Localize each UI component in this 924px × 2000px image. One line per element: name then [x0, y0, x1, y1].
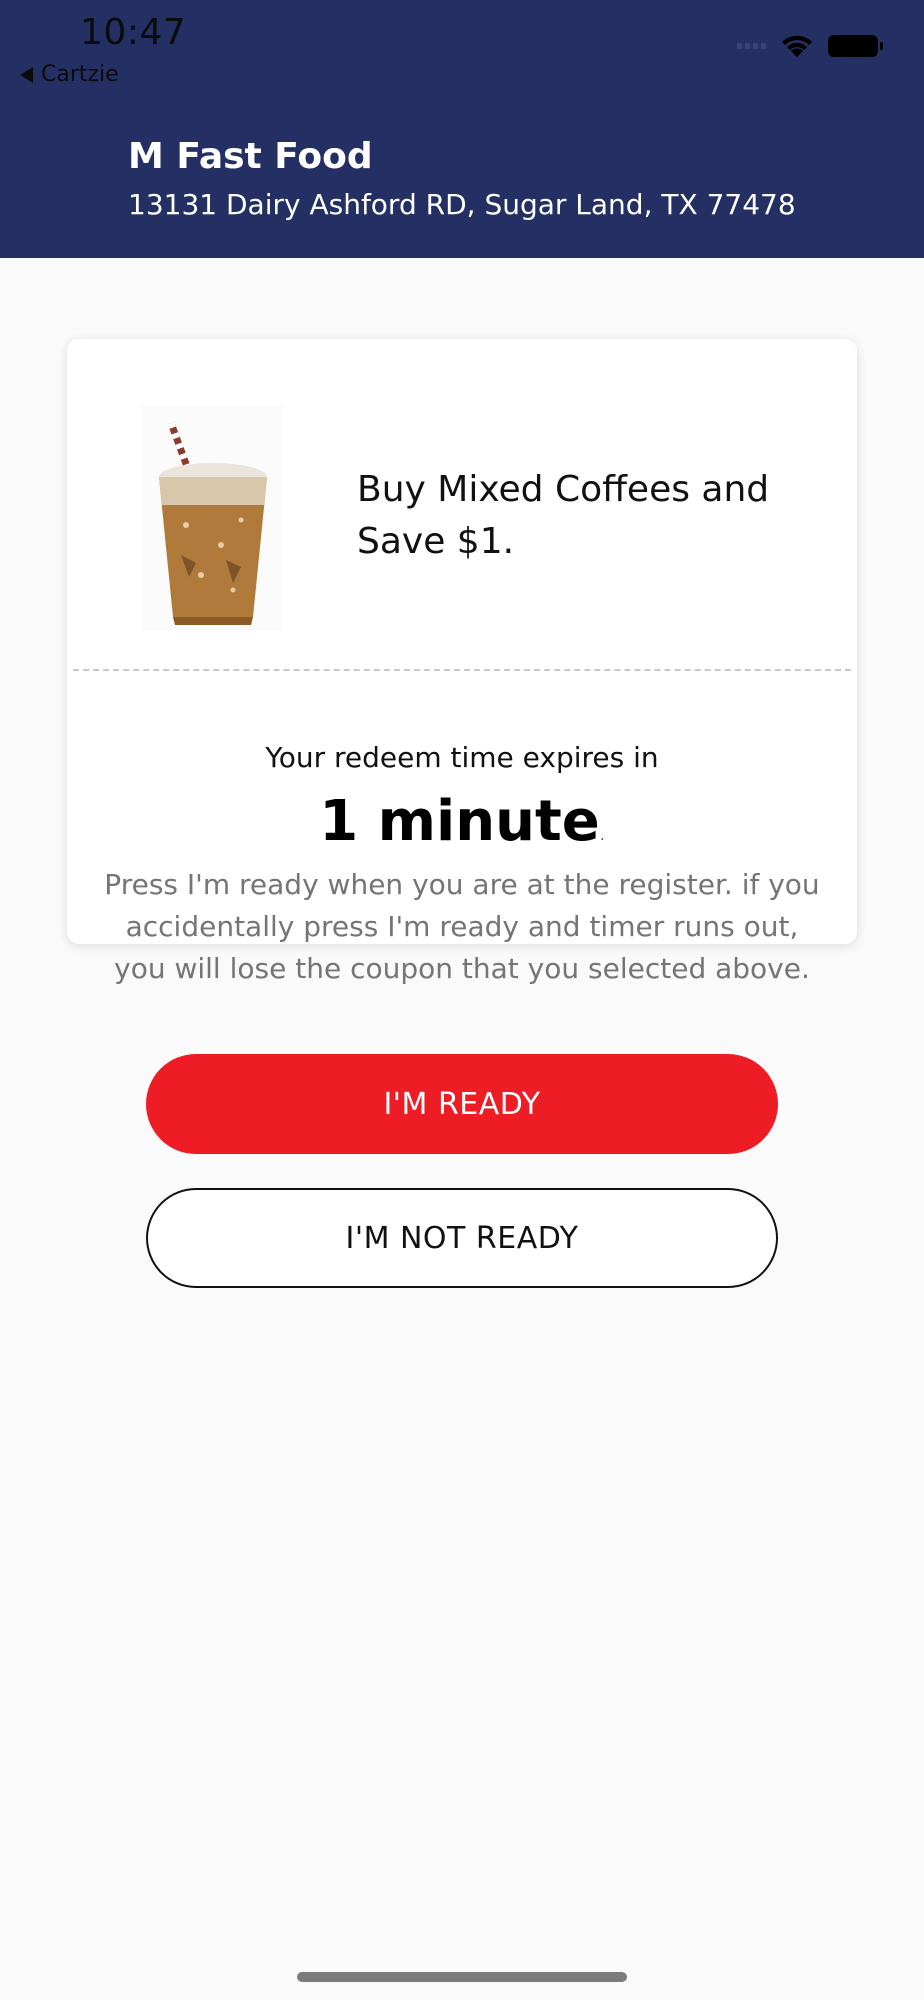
battery-icon: [828, 35, 883, 57]
expire-suffix: .: [599, 825, 605, 844]
wifi-icon: [782, 35, 812, 57]
dashed-divider: [73, 669, 851, 671]
coupon-title: Buy Mixed Coffees and Save $1.: [357, 469, 770, 562]
cellular-signal-icon: [737, 43, 766, 49]
expire-time: 1 minute: [319, 789, 600, 854]
expire-label: Your redeem time expires in: [265, 741, 659, 774]
back-triangle-icon: [20, 66, 33, 83]
im-not-ready-button[interactable]: I'M NOT READY: [146, 1188, 778, 1288]
coupon-card: Buy Mixed Coffees and Save $1. Your rede…: [67, 339, 857, 985]
expire-value: 1 minute.: [67, 789, 857, 854]
back-label: Cartzie: [41, 62, 119, 87]
iced-coffee-icon: [159, 421, 267, 625]
status-icons: [737, 33, 883, 59]
im-ready-button[interactable]: I'M READY: [146, 1054, 778, 1154]
store-name: M Fast Food: [128, 136, 373, 177]
store-address: 13131 Dairy Ashford RD, Sugar Land, TX 7…: [128, 188, 796, 221]
home-indicator[interactable]: [297, 1972, 627, 1982]
status-time: 10:47: [80, 12, 187, 53]
app-header: 10:47 Cartzie M Fast Food 13131 Dairy As…: [0, 0, 924, 258]
iced-coffee-image: [141, 405, 283, 631]
redeem-instructions: Press I'm ready when you are at the regi…: [104, 868, 820, 985]
back-to-app-button[interactable]: Cartzie: [20, 62, 119, 87]
